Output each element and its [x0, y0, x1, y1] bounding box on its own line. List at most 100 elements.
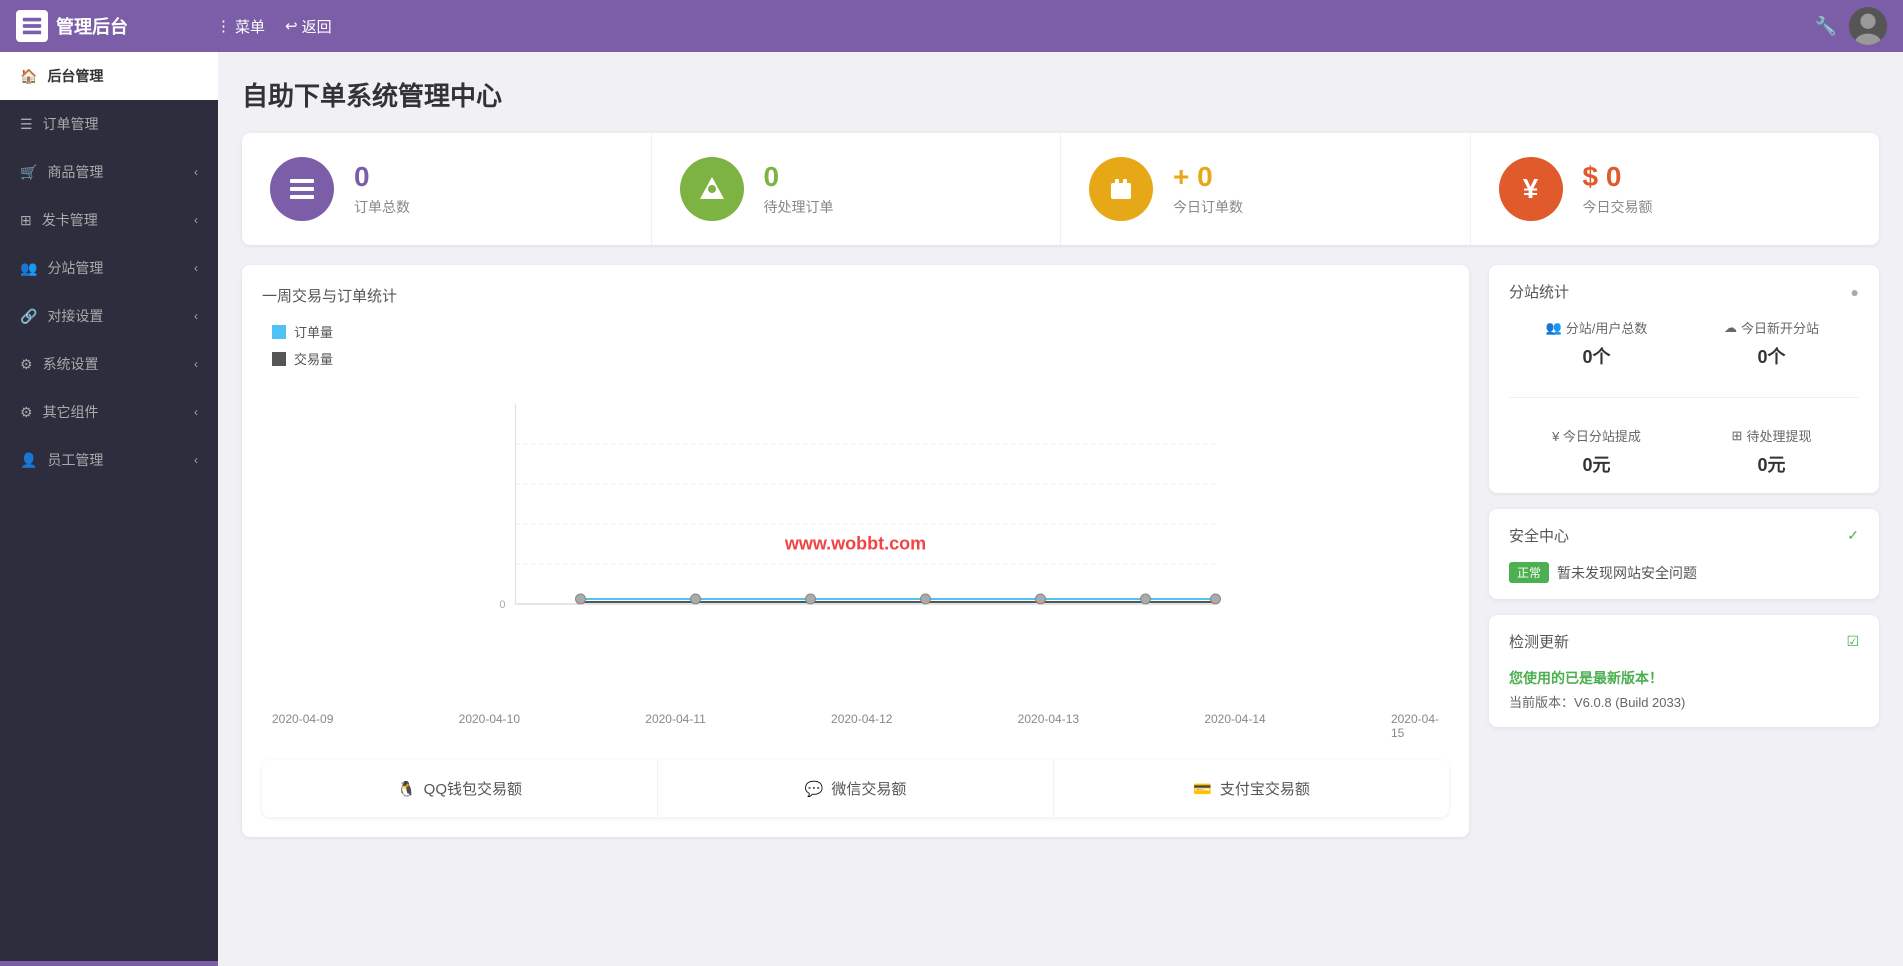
menu-button[interactable]: ⋮ 菜单 — [216, 16, 265, 37]
panel-stat-new-sites: ☁ 今日新开分站 0个 — [1684, 318, 1859, 369]
sidebar-icon-connect: 🔗 — [20, 308, 37, 325]
stat-label-today-revenue: 今日交易额 — [1583, 197, 1653, 217]
lower-grid: 一周交易与订单统计 订单量 交易量 — [242, 265, 1879, 837]
alipay-icon: 💳 — [1193, 780, 1212, 798]
sidebar-label-subsite: 分站管理 — [47, 258, 103, 278]
stat-value-total-orders: 0 — [354, 161, 370, 193]
security-message: 暂未发现网站安全问题 — [1557, 563, 1697, 583]
menu-dots-icon: ⋮ — [216, 17, 231, 35]
sidebar-item-others[interactable]: ⚙ 其它组件 ‹ — [0, 388, 218, 436]
security-badge: 正常 — [1509, 562, 1549, 583]
qq-icon: 🐧 — [397, 780, 416, 798]
back-label: 返回 — [302, 16, 332, 37]
security-check-icon: ✓ — [1847, 527, 1859, 544]
sidebar-icon-others: ⚙ — [20, 404, 33, 421]
sidebar-icon-system: ⚙ — [20, 356, 33, 373]
chart-legend: 订单量 交易量 — [272, 322, 1449, 368]
panel-stat-value-pending-withdrawal: 0元 — [1757, 451, 1785, 477]
update-title: 检测更新 — [1509, 631, 1569, 652]
sidebar-icon-orders: ☰ — [20, 116, 33, 133]
logo-text: 管理后台 — [56, 13, 128, 39]
avatar[interactable] — [1849, 7, 1887, 45]
chart-date-0: 2020-04-09 — [272, 712, 333, 740]
top-nav-menu: ⋮ 菜单 ↩ 返回 — [216, 16, 332, 37]
svg-text:0: 0 — [499, 599, 505, 611]
update-check-icon: ☑ — [1846, 633, 1859, 650]
sidebar-icon-dashboard: 🏠 — [20, 68, 37, 85]
panel-stat-pending-withdrawal: ⊞ 待处理提现 0元 — [1684, 426, 1859, 477]
security-card: 安全中心 ✓ 正常 暂未发现网站安全问题 — [1489, 509, 1879, 599]
chart-date-2: 2020-04-11 — [645, 712, 706, 740]
sidebar-item-orders[interactable]: ☰ 订单管理 — [0, 100, 218, 148]
payment-row: 🐧 QQ钱包交易额 💬 微信交易额 💳 支付宝交易额 — [262, 760, 1449, 817]
update-latest-text: 您使用的已是最新版本！ — [1509, 668, 1859, 688]
sidebar-icon-cards: ⊞ — [20, 212, 32, 229]
wechat-icon: 💬 — [805, 780, 824, 798]
sidebar-item-products[interactable]: 🛒 商品管理 ‹ — [0, 148, 218, 196]
chart-area: 0 www.wobbt.com — [262, 384, 1449, 704]
alipay-label: 支付宝交易额 — [1220, 778, 1310, 799]
stat-icon-pending-orders — [680, 157, 744, 221]
qq-label: QQ钱包交易额 — [424, 778, 522, 799]
security-row: 正常 暂未发现网站安全问题 — [1509, 562, 1859, 583]
chevron-icon-system: ‹ — [194, 357, 198, 371]
panel-stat-total-users: 👥 分站/用户总数 0个 — [1509, 318, 1684, 369]
chevron-icon-subsite: ‹ — [194, 261, 198, 275]
sidebar-label-staff: 员工管理 — [47, 450, 103, 470]
update-version-text: 当前版本：V6.0.8 (Build 2033) — [1509, 692, 1859, 711]
legend-box-transactions — [272, 352, 286, 366]
stat-label-today-orders: 今日订单数 — [1173, 197, 1243, 217]
sidebar-item-staff[interactable]: 👤 员工管理 ‹ — [0, 436, 218, 484]
back-button[interactable]: ↩ 返回 — [285, 16, 332, 37]
subsite-stats-dot-icon: ● — [1851, 284, 1859, 300]
page-title: 自助下单系统管理中心 — [242, 76, 1879, 113]
sidebar-item-cards[interactable]: ⊞ 发卡管理 ‹ — [0, 196, 218, 244]
panel-stat-value-commission: 0元 — [1582, 451, 1610, 477]
sidebar-icon-products: 🛒 — [20, 164, 37, 181]
chevron-icon-staff: ‹ — [194, 453, 198, 467]
panel-stat-label-pending-withdrawal: ⊞ 待处理提现 — [1732, 426, 1812, 445]
sidebar-icon-subsite: 👥 — [20, 260, 37, 277]
payment-item-wechat[interactable]: 💬 微信交易额 — [658, 760, 1054, 817]
stat-card-pending-orders: 0 待处理订单 — [652, 133, 1062, 245]
sidebar-item-connect[interactable]: 🔗 对接设置 ‹ — [0, 292, 218, 340]
subsite-stats-header: 分站统计 ● — [1509, 281, 1859, 302]
payment-item-qq[interactable]: 🐧 QQ钱包交易额 — [262, 760, 658, 817]
chevron-icon-connect: ‹ — [194, 309, 198, 323]
sidebar-label-dashboard: 后台管理 — [47, 66, 103, 86]
sidebar-item-dashboard[interactable]: 🏠 后台管理 — [0, 52, 218, 100]
subsite-stats-grid: 👥 分站/用户总数 0个 ☁ 今日新开分站 0个 — [1509, 318, 1859, 477]
panel-stat-commission: ¥ 今日分站提成 0元 — [1509, 426, 1684, 477]
update-header: 检测更新 ☑ — [1509, 631, 1859, 652]
stat-icon-today-revenue: ¥ — [1499, 157, 1563, 221]
stat-icon-today-orders — [1089, 157, 1153, 221]
top-nav-right: 🔧 — [1815, 7, 1887, 45]
layout: 🏠 后台管理 ☰ 订单管理 🛒 商品管理 ‹ ⊞ 发卡管理 ‹ 👥 分站管理 ‹… — [0, 52, 1903, 966]
sidebar-label-products: 商品管理 — [47, 162, 103, 182]
sidebar-item-subsite[interactable]: 👥 分站管理 ‹ — [0, 244, 218, 292]
back-icon: ↩ — [285, 17, 298, 35]
panel-divider-1 — [1509, 397, 1859, 398]
sidebar-item-system[interactable]: ⚙ 系统设置 ‹ — [0, 340, 218, 388]
logo: 管理后台 — [16, 10, 216, 42]
settings-icon[interactable]: 🔧 — [1815, 16, 1837, 37]
stat-value-pending-orders: 0 — [764, 161, 780, 193]
sidebar: 🏠 后台管理 ☰ 订单管理 🛒 商品管理 ‹ ⊞ 发卡管理 ‹ 👥 分站管理 ‹… — [0, 52, 218, 966]
stat-info-total-orders: 0 订单总数 — [354, 161, 410, 217]
panel-stat-label-total-users: 👥 分站/用户总数 — [1546, 318, 1648, 337]
legend-label-orders: 订单量 — [294, 322, 333, 341]
legend-label-transactions: 交易量 — [294, 349, 333, 368]
subsite-stats-card: 分站统计 ● 👥 分站/用户总数 0个 — [1489, 265, 1879, 493]
stat-info-today-revenue: $ 0 今日交易额 — [1583, 161, 1653, 217]
stat-icon-total-orders — [270, 157, 334, 221]
chart-dates: 2020-04-09 2020-04-10 2020-04-11 2020-04… — [262, 712, 1449, 740]
chart-title: 一周交易与订单统计 — [262, 285, 1449, 306]
panel-stat-label-commission: ¥ 今日分站提成 — [1552, 426, 1641, 445]
stat-cards: 0 订单总数 0 待处理订单 + 0 — [242, 133, 1879, 245]
stat-info-today-orders: + 0 今日订单数 — [1173, 161, 1243, 217]
payment-item-alipay[interactable]: 💳 支付宝交易额 — [1054, 760, 1449, 817]
legend-item-transactions: 交易量 — [272, 349, 1449, 368]
stat-card-today-orders: + 0 今日订单数 — [1061, 133, 1471, 245]
chart-date-4: 2020-04-13 — [1018, 712, 1079, 740]
right-panel: 分站统计 ● 👥 分站/用户总数 0个 — [1489, 265, 1879, 837]
